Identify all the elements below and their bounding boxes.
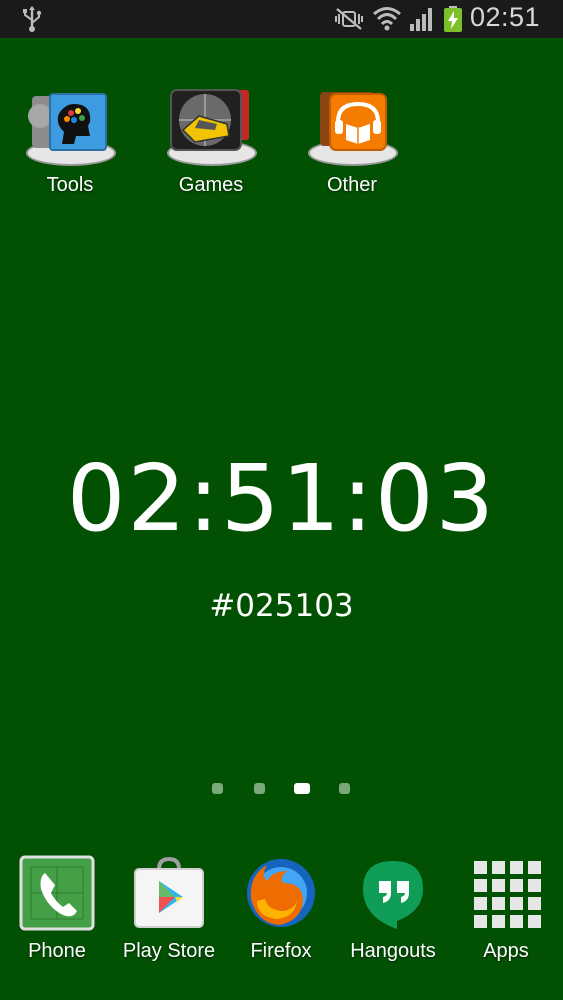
clock-widget-time[interactable]: 02:51:03 [0,445,563,552]
games-folder-icon [165,86,257,168]
usb-icon [23,6,42,32]
folder-label: Games [178,174,244,196]
dock-firefox[interactable]: Firefox [225,855,337,975]
dock-hangouts[interactable]: Hangouts [337,855,449,975]
page-dot-active [294,783,310,794]
status-bar: 02:51 [0,0,563,38]
mute-vibrate-icon [335,8,363,30]
tools-folder-icon [24,86,116,168]
folder-games[interactable]: Games [151,86,271,206]
status-time: 02:51 [470,2,541,32]
folder-label: Other [326,174,378,196]
dock-apps[interactable]: Apps [450,855,562,975]
play-store-icon [134,856,204,928]
dock-label: Apps [483,940,529,962]
page-indicator [0,782,563,796]
other-folder-icon [306,86,398,168]
wifi-icon [373,7,401,31]
signal-strength-icon [410,8,432,31]
phone-icon [19,855,95,931]
hangouts-icon [363,861,423,929]
page-dot [339,783,350,794]
page-dot [254,783,265,794]
battery-charging-icon [444,6,462,32]
dock-play-store[interactable]: Play Store [113,855,225,975]
folder-other[interactable]: Other [292,86,412,206]
clock-widget-hex-color: #025103 [209,588,354,624]
app-grid-icon [474,861,541,928]
firefox-icon [247,859,315,927]
page-dot [212,783,223,794]
folder-label: Tools [46,174,94,196]
folder-tools[interactable]: Tools [10,86,130,206]
dock-phone[interactable]: Phone [1,855,113,975]
